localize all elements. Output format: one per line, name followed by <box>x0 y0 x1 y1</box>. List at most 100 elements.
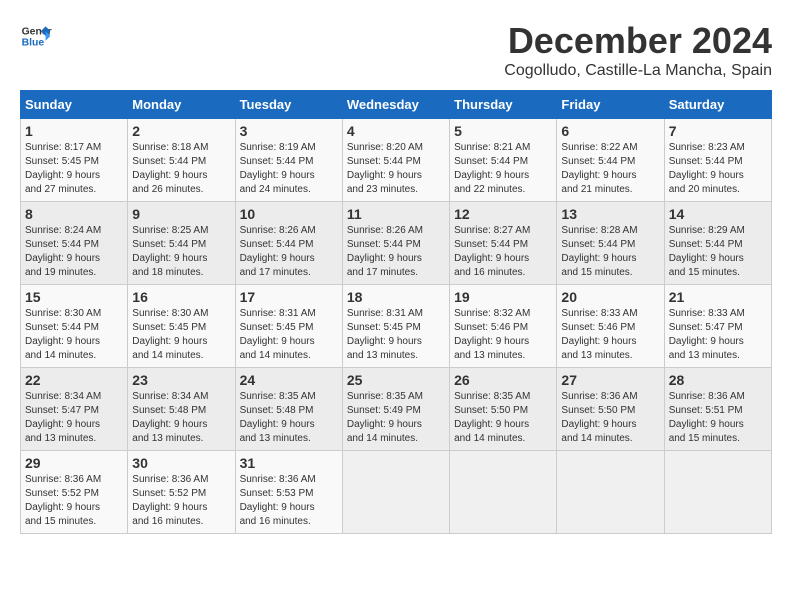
day-number: 24 <box>240 372 338 388</box>
calendar-cell: 4 Sunrise: 8:20 AMSunset: 5:44 PMDayligh… <box>342 119 449 202</box>
title-area: December 2024 Cogolludo, Castille-La Man… <box>504 20 772 80</box>
calendar-cell <box>342 451 449 534</box>
calendar-week-3: 15 Sunrise: 8:30 AMSunset: 5:44 PMDaylig… <box>21 285 772 368</box>
calendar-cell: 2 Sunrise: 8:18 AMSunset: 5:44 PMDayligh… <box>128 119 235 202</box>
calendar-cell: 22 Sunrise: 8:34 AMSunset: 5:47 PMDaylig… <box>21 368 128 451</box>
day-number: 28 <box>669 372 767 388</box>
calendar-cell: 14 Sunrise: 8:29 AMSunset: 5:44 PMDaylig… <box>664 202 771 285</box>
weekday-header-row: SundayMondayTuesdayWednesdayThursdayFrid… <box>21 91 772 119</box>
day-info: Sunrise: 8:32 AMSunset: 5:46 PMDaylight:… <box>454 308 530 361</box>
calendar-cell: 9 Sunrise: 8:25 AMSunset: 5:44 PMDayligh… <box>128 202 235 285</box>
calendar-cell: 24 Sunrise: 8:35 AMSunset: 5:48 PMDaylig… <box>235 368 342 451</box>
weekday-header-saturday: Saturday <box>664 91 771 119</box>
day-number: 18 <box>347 289 445 305</box>
calendar-cell: 20 Sunrise: 8:33 AMSunset: 5:46 PMDaylig… <box>557 285 664 368</box>
calendar-cell: 16 Sunrise: 8:30 AMSunset: 5:45 PMDaylig… <box>128 285 235 368</box>
page-header: General Blue December 2024 Cogolludo, Ca… <box>20 20 772 80</box>
day-info: Sunrise: 8:19 AMSunset: 5:44 PMDaylight:… <box>240 142 316 195</box>
day-info: Sunrise: 8:36 AMSunset: 5:51 PMDaylight:… <box>669 391 745 444</box>
day-info: Sunrise: 8:34 AMSunset: 5:47 PMDaylight:… <box>25 391 101 444</box>
day-info: Sunrise: 8:27 AMSunset: 5:44 PMDaylight:… <box>454 225 530 278</box>
logo-icon: General Blue <box>20 20 52 52</box>
calendar-cell: 23 Sunrise: 8:34 AMSunset: 5:48 PMDaylig… <box>128 368 235 451</box>
calendar-cell <box>664 451 771 534</box>
calendar-cell: 13 Sunrise: 8:28 AMSunset: 5:44 PMDaylig… <box>557 202 664 285</box>
day-number: 13 <box>561 206 659 222</box>
day-info: Sunrise: 8:31 AMSunset: 5:45 PMDaylight:… <box>240 308 316 361</box>
day-number: 9 <box>132 206 230 222</box>
day-number: 2 <box>132 123 230 139</box>
calendar-cell: 18 Sunrise: 8:31 AMSunset: 5:45 PMDaylig… <box>342 285 449 368</box>
day-info: Sunrise: 8:18 AMSunset: 5:44 PMDaylight:… <box>132 142 208 195</box>
day-number: 3 <box>240 123 338 139</box>
day-info: Sunrise: 8:25 AMSunset: 5:44 PMDaylight:… <box>132 225 208 278</box>
day-number: 20 <box>561 289 659 305</box>
calendar-cell: 6 Sunrise: 8:22 AMSunset: 5:44 PMDayligh… <box>557 119 664 202</box>
day-info: Sunrise: 8:26 AMSunset: 5:44 PMDaylight:… <box>240 225 316 278</box>
day-number: 21 <box>669 289 767 305</box>
day-info: Sunrise: 8:35 AMSunset: 5:49 PMDaylight:… <box>347 391 423 444</box>
day-info: Sunrise: 8:33 AMSunset: 5:46 PMDaylight:… <box>561 308 637 361</box>
day-info: Sunrise: 8:23 AMSunset: 5:44 PMDaylight:… <box>669 142 745 195</box>
day-number: 19 <box>454 289 552 305</box>
day-number: 1 <box>25 123 123 139</box>
calendar-table: SundayMondayTuesdayWednesdayThursdayFrid… <box>20 90 772 534</box>
day-info: Sunrise: 8:30 AMSunset: 5:44 PMDaylight:… <box>25 308 101 361</box>
month-title: December 2024 <box>504 20 772 62</box>
calendar-week-5: 29 Sunrise: 8:36 AMSunset: 5:52 PMDaylig… <box>21 451 772 534</box>
calendar-cell: 25 Sunrise: 8:35 AMSunset: 5:49 PMDaylig… <box>342 368 449 451</box>
weekday-header-thursday: Thursday <box>450 91 557 119</box>
calendar-week-4: 22 Sunrise: 8:34 AMSunset: 5:47 PMDaylig… <box>21 368 772 451</box>
day-number: 27 <box>561 372 659 388</box>
day-info: Sunrise: 8:36 AMSunset: 5:53 PMDaylight:… <box>240 474 316 527</box>
day-number: 5 <box>454 123 552 139</box>
day-number: 12 <box>454 206 552 222</box>
day-info: Sunrise: 8:21 AMSunset: 5:44 PMDaylight:… <box>454 142 530 195</box>
day-info: Sunrise: 8:22 AMSunset: 5:44 PMDaylight:… <box>561 142 637 195</box>
calendar-cell: 27 Sunrise: 8:36 AMSunset: 5:50 PMDaylig… <box>557 368 664 451</box>
calendar-week-1: 1 Sunrise: 8:17 AMSunset: 5:45 PMDayligh… <box>21 119 772 202</box>
calendar-cell: 15 Sunrise: 8:30 AMSunset: 5:44 PMDaylig… <box>21 285 128 368</box>
calendar-cell: 30 Sunrise: 8:36 AMSunset: 5:52 PMDaylig… <box>128 451 235 534</box>
weekday-header-wednesday: Wednesday <box>342 91 449 119</box>
day-number: 17 <box>240 289 338 305</box>
day-number: 22 <box>25 372 123 388</box>
calendar-cell: 5 Sunrise: 8:21 AMSunset: 5:44 PMDayligh… <box>450 119 557 202</box>
day-info: Sunrise: 8:17 AMSunset: 5:45 PMDaylight:… <box>25 142 101 195</box>
calendar-cell: 7 Sunrise: 8:23 AMSunset: 5:44 PMDayligh… <box>664 119 771 202</box>
calendar-cell: 19 Sunrise: 8:32 AMSunset: 5:46 PMDaylig… <box>450 285 557 368</box>
calendar-cell: 31 Sunrise: 8:36 AMSunset: 5:53 PMDaylig… <box>235 451 342 534</box>
calendar-cell: 3 Sunrise: 8:19 AMSunset: 5:44 PMDayligh… <box>235 119 342 202</box>
svg-text:Blue: Blue <box>22 38 45 49</box>
day-info: Sunrise: 8:28 AMSunset: 5:44 PMDaylight:… <box>561 225 637 278</box>
day-number: 29 <box>25 455 123 471</box>
calendar-cell: 29 Sunrise: 8:36 AMSunset: 5:52 PMDaylig… <box>21 451 128 534</box>
day-info: Sunrise: 8:36 AMSunset: 5:50 PMDaylight:… <box>561 391 637 444</box>
calendar-cell: 12 Sunrise: 8:27 AMSunset: 5:44 PMDaylig… <box>450 202 557 285</box>
logo: General Blue <box>20 20 52 52</box>
day-number: 8 <box>25 206 123 222</box>
calendar-cell: 21 Sunrise: 8:33 AMSunset: 5:47 PMDaylig… <box>664 285 771 368</box>
day-number: 6 <box>561 123 659 139</box>
day-number: 30 <box>132 455 230 471</box>
day-number: 15 <box>25 289 123 305</box>
weekday-header-friday: Friday <box>557 91 664 119</box>
day-number: 26 <box>454 372 552 388</box>
calendar-cell <box>450 451 557 534</box>
day-info: Sunrise: 8:24 AMSunset: 5:44 PMDaylight:… <box>25 225 101 278</box>
calendar-cell: 11 Sunrise: 8:26 AMSunset: 5:44 PMDaylig… <box>342 202 449 285</box>
day-number: 10 <box>240 206 338 222</box>
calendar-cell: 1 Sunrise: 8:17 AMSunset: 5:45 PMDayligh… <box>21 119 128 202</box>
weekday-header-monday: Monday <box>128 91 235 119</box>
day-info: Sunrise: 8:20 AMSunset: 5:44 PMDaylight:… <box>347 142 423 195</box>
day-info: Sunrise: 8:34 AMSunset: 5:48 PMDaylight:… <box>132 391 208 444</box>
weekday-header-tuesday: Tuesday <box>235 91 342 119</box>
day-number: 14 <box>669 206 767 222</box>
day-info: Sunrise: 8:36 AMSunset: 5:52 PMDaylight:… <box>25 474 101 527</box>
day-info: Sunrise: 8:33 AMSunset: 5:47 PMDaylight:… <box>669 308 745 361</box>
day-info: Sunrise: 8:29 AMSunset: 5:44 PMDaylight:… <box>669 225 745 278</box>
calendar-cell: 8 Sunrise: 8:24 AMSunset: 5:44 PMDayligh… <box>21 202 128 285</box>
calendar-cell: 26 Sunrise: 8:35 AMSunset: 5:50 PMDaylig… <box>450 368 557 451</box>
location-title: Cogolludo, Castille-La Mancha, Spain <box>504 62 772 80</box>
day-info: Sunrise: 8:26 AMSunset: 5:44 PMDaylight:… <box>347 225 423 278</box>
